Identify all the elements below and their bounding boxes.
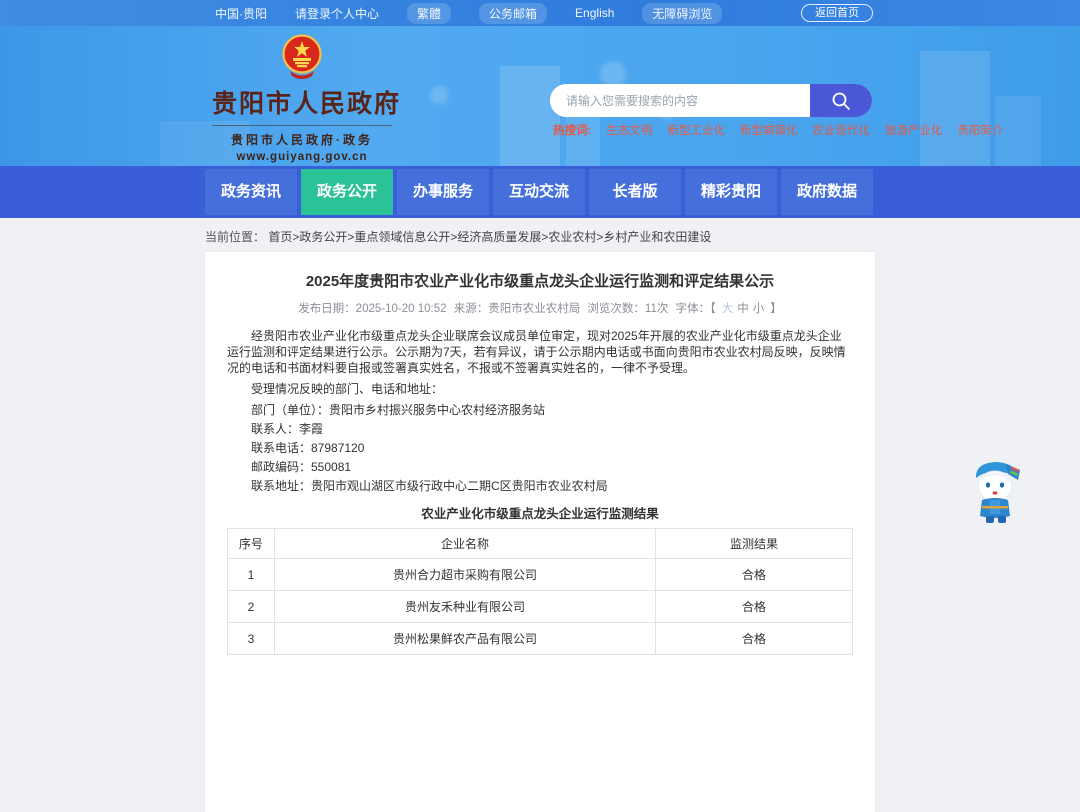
result-table: 序号 企业名称 监测结果 1 贵州合力超市采购有限公司 合格 2 贵州友禾种业有限公司 合格 3… bbox=[227, 528, 853, 655]
hot-search-term[interactable]: 旅游产业化 bbox=[885, 122, 943, 138]
search-button[interactable] bbox=[810, 84, 872, 117]
search-input[interactable] bbox=[550, 84, 810, 117]
table-cell: 贵州合力超市采购有限公司 bbox=[273, 558, 657, 591]
breadcrumb: 当前位置： 首页>政务公开>重点领域信息公开>经济高质量发展>农业农村>乡村产业… bbox=[205, 228, 711, 245]
table-row: 1 贵州合力超市采购有限公司 合格 bbox=[227, 558, 853, 591]
skyline-decor bbox=[920, 51, 990, 166]
table-cell: 贵州友禾种业有限公司 bbox=[273, 590, 657, 623]
table-cell: 3 bbox=[227, 622, 275, 655]
site-banner: 贵阳市人民政府 贵阳市人民政府·政务 www.guiyang.gov.cn 热搜… bbox=[0, 26, 1080, 166]
nav-item-互动交流[interactable]: 互动交流 bbox=[493, 169, 585, 215]
font-size-control[interactable]: 小 bbox=[753, 303, 765, 315]
mascot-figure[interactable] bbox=[966, 454, 1028, 531]
breadcrumb-label: 当前位置： bbox=[205, 230, 266, 244]
topbar-link[interactable]: 请登录个人中心 bbox=[295, 5, 379, 22]
article-card: 2025年度贵阳市农业产业化市级重点龙头企业运行监测和评定结果公示 发布日期：2… bbox=[205, 252, 875, 812]
result-table-caption: 农业产业化市级重点龙头企业运行监测结果 bbox=[421, 507, 659, 521]
table-header-cell: 监测结果 bbox=[655, 528, 853, 559]
hot-search-term[interactable]: 新型工业化 bbox=[667, 122, 725, 138]
topbar-link[interactable]: 公务邮箱 bbox=[479, 2, 548, 24]
nav-item-政府数据[interactable]: 政府数据 bbox=[781, 169, 873, 215]
table-header-cell: 序号 bbox=[227, 528, 275, 559]
topbar-link[interactable]: 中国·贵阳 bbox=[215, 5, 267, 22]
hot-search-term[interactable]: 贵阳简介 bbox=[957, 122, 1003, 138]
hot-search-term[interactable]: 生态文明 bbox=[606, 122, 652, 138]
article-meta: 发布日期：2025-10-20 10:52 来源：贵阳市农业农村局 浏览次数：1… bbox=[227, 300, 853, 316]
article-paragraph: 部门（单位）：贵阳市乡村振兴服务中心农村经济服务站 bbox=[251, 403, 546, 417]
banner-decor bbox=[430, 86, 448, 104]
table-header-row: 序号 企业名称 监测结果 bbox=[227, 528, 853, 559]
search-icon bbox=[832, 92, 850, 110]
font-size-control[interactable]: 中 bbox=[737, 303, 749, 315]
article-title: 2025年度贵阳市农业产业化市级重点龙头企业运行监测和评定结果公示 bbox=[305, 273, 775, 290]
hot-search-term[interactable]: 新型城镇化 bbox=[740, 122, 798, 138]
site-title: 贵阳市人民政府 bbox=[212, 90, 402, 118]
view-count: 浏览次数：11次 bbox=[587, 303, 669, 315]
skyline-decor bbox=[500, 66, 560, 166]
font-size-label-close: 】 bbox=[770, 303, 782, 315]
topbar-links: 中国·贵阳 请登录个人中心 繁體 公务邮箱 English 无障碍浏览 bbox=[215, 2, 723, 24]
top-utility-bar: 中国·贵阳 请登录个人中心 繁體 公务邮箱 English 无障碍浏览 返回首页 bbox=[0, 0, 1080, 26]
nav-item-政务资讯[interactable]: 政务资讯 bbox=[205, 169, 297, 215]
topbar-link[interactable]: 无障碍浏览 bbox=[642, 2, 723, 24]
main-nav-items: 政务资讯 政务公开 办事服务 互动交流 长者版 精彩贵阳 政府数据 bbox=[205, 166, 1080, 215]
font-size-label: 字体：【 bbox=[675, 303, 716, 315]
article-body: 经贵阳市农业产业化市级重点龙头企业联席会议成员单位审定，现对2025年开展的农业… bbox=[227, 328, 853, 494]
article-source: 来源：贵阳市农业农村局 bbox=[453, 303, 581, 315]
table-header-cell: 企业名称 bbox=[273, 528, 657, 559]
hot-search-label: 热搜词: bbox=[553, 125, 592, 137]
article-paragraph: 联系地址：贵阳市观山湖区市级行政中心二期C区贵阳市农业农村局 bbox=[251, 479, 608, 493]
table-cell: 贵州松果鲜农产品有限公司 bbox=[273, 622, 657, 655]
site-logo[interactable]: 贵阳市人民政府 贵阳市人民政府·政务 www.guiyang.gov.cn bbox=[212, 34, 402, 163]
topbar-link[interactable]: English bbox=[575, 6, 614, 20]
breadcrumb-path[interactable]: 首页>政务公开>重点领域信息公开>经济高质量发展>农业农村>乡村产业和农田建设 bbox=[268, 230, 711, 244]
table-cell: 2 bbox=[227, 590, 275, 623]
table-row: 3 贵州松果鲜农产品有限公司 合格 bbox=[227, 622, 853, 655]
article-paragraph: 联系电话：87987120 bbox=[251, 441, 365, 455]
table-cell: 合格 bbox=[655, 622, 853, 655]
mascot-icon bbox=[975, 462, 1020, 523]
article-paragraph: 受理情况反映的部门、电话和地址： bbox=[251, 382, 444, 396]
nav-item-精彩贵阳[interactable]: 精彩贵阳 bbox=[685, 169, 777, 215]
table-cell: 合格 bbox=[655, 590, 853, 623]
nav-item-办事服务[interactable]: 办事服务 bbox=[397, 169, 489, 215]
article-paragraph: 联系人：李霞 bbox=[251, 422, 324, 436]
article-paragraph: 邮政编码：550081 bbox=[251, 460, 352, 474]
publish-date: 发布日期：2025-10-20 10:52 bbox=[298, 303, 447, 315]
table-cell: 合格 bbox=[655, 558, 853, 591]
font-size-control[interactable]: 大 bbox=[722, 303, 734, 315]
nav-item-政务公开[interactable]: 政务公开 bbox=[301, 169, 393, 215]
table-cell: 1 bbox=[227, 558, 275, 591]
main-nav: 政务资讯 政务公开 办事服务 互动交流 长者版 精彩贵阳 政府数据 bbox=[0, 166, 1080, 218]
return-home-button[interactable]: 返回首页 bbox=[801, 4, 873, 22]
hot-search-terms: 生态文明 新型工业化 新型城镇化 农业现代化 旅游产业化 贵阳简介 bbox=[606, 122, 1003, 138]
topbar-link[interactable]: 繁體 bbox=[407, 2, 452, 24]
table-row: 2 贵州友禾种业有限公司 合格 bbox=[227, 590, 853, 623]
site-url: www.guiyang.gov.cn bbox=[236, 151, 368, 163]
hot-search-row: 热搜词: 生态文明 新型工业化 新型城镇化 农业现代化 旅游产业化 贵阳简介 bbox=[553, 122, 1003, 138]
font-size-controls: 大中小 bbox=[720, 303, 767, 315]
national-emblem-icon bbox=[282, 34, 322, 79]
site-subtitle: 贵阳市人民政府·政务 bbox=[212, 125, 392, 148]
search-box bbox=[550, 84, 872, 117]
nav-item-长者版[interactable]: 长者版 bbox=[589, 169, 681, 215]
hot-search-term[interactable]: 农业现代化 bbox=[812, 122, 870, 138]
article-paragraph: 经贵阳市农业产业化市级重点龙头企业联席会议成员单位审定，现对2025年开展的农业… bbox=[227, 329, 846, 375]
